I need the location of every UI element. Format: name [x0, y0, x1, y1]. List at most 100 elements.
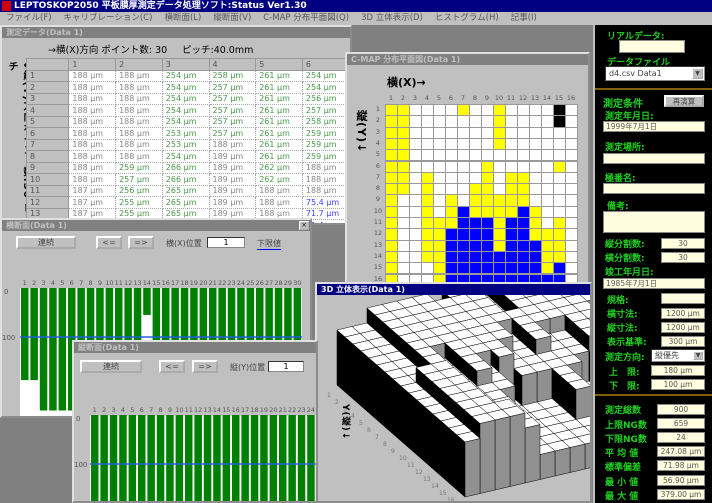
table-cell[interactable]: 262 μm [255, 173, 303, 186]
table-cell[interactable]: 189 μm [208, 184, 257, 197]
row-header[interactable]: 3 [25, 92, 70, 105]
table-cell[interactable]: 188 μm [301, 184, 350, 197]
table-cell[interactable]: 189 μm [208, 196, 257, 209]
table-cell[interactable]: 262 μm [255, 161, 303, 174]
chevron-down-icon[interactable]: ▼ [692, 68, 703, 79]
table-cell[interactable]: 188 μm [115, 115, 163, 128]
table-cell[interactable]: 188 μm [115, 138, 163, 151]
table-cell[interactable]: 256 μm [301, 92, 350, 105]
vdiv-field[interactable]: 30 [661, 238, 705, 249]
table-cell[interactable]: 257 μm [208, 92, 257, 105]
name-field[interactable] [603, 183, 705, 194]
column-header[interactable]: 4 [208, 58, 257, 71]
table-cell[interactable]: 188 μm [255, 196, 303, 209]
table-cell[interactable]: 257 μm [115, 173, 163, 186]
menu-longitudinal[interactable]: 縦断面(V) [213, 12, 251, 25]
table-cell[interactable]: 254 μm [161, 69, 210, 82]
continuous-button[interactable]: 連続 [16, 236, 76, 249]
table-cell[interactable]: 258 μm [208, 69, 257, 82]
menu-cmap[interactable]: C-MAP 分布平面図(Q) [263, 12, 349, 25]
menu-file[interactable]: ファイル(F) [6, 12, 52, 25]
row-header[interactable]: 5 [25, 115, 70, 128]
column-header[interactable]: 6 [301, 58, 350, 71]
table-cell[interactable]: 254 μm [161, 81, 210, 94]
table-cell[interactable]: 188 μm [115, 150, 163, 163]
table-cell[interactable]: 261 μm [255, 104, 303, 117]
table-cell[interactable]: 253 μm [161, 138, 210, 151]
data-file-select[interactable]: d4.csv Data1 ▼ [605, 66, 705, 81]
row-header[interactable]: 11 [25, 184, 70, 197]
hdiv-field[interactable]: 30 [661, 252, 705, 263]
table-cell[interactable]: 254 μm [301, 81, 350, 94]
table-cell[interactable]: 188 μm [115, 104, 163, 117]
table-cell[interactable]: 259 μm [301, 127, 350, 140]
table-cell[interactable]: 261 μm [255, 81, 303, 94]
table-cell[interactable]: 254 μm [161, 115, 210, 128]
table-cell[interactable]: 259 μm [115, 161, 163, 174]
table-cell[interactable]: 259 μm [301, 138, 350, 151]
table-cell[interactable]: 257 μm [208, 104, 257, 117]
table-cell[interactable]: 261 μm [255, 127, 303, 140]
table-cell[interactable]: 188 μm [68, 104, 117, 117]
table-cell[interactable]: 188 μm [208, 138, 257, 151]
recalc-button[interactable]: 再演算 [664, 95, 704, 107]
row-header[interactable]: 1 [25, 69, 70, 82]
table-cell[interactable]: 254 μm [161, 150, 210, 163]
row-header[interactable]: 9 [25, 161, 70, 174]
table-cell[interactable]: 188 μm [115, 69, 163, 82]
next-button[interactable]: => [128, 236, 154, 249]
row-header[interactable]: 12 [25, 196, 70, 209]
table-cell[interactable]: 188 μm [301, 161, 350, 174]
note-field[interactable] [603, 211, 705, 233]
spec-field[interactable] [661, 293, 705, 304]
table-cell[interactable]: 261 μm [255, 138, 303, 151]
table-cell[interactable]: 254 μm [161, 104, 210, 117]
table-cell[interactable]: 257 μm [301, 104, 350, 117]
x-position-input[interactable]: 1 [207, 237, 245, 248]
real-data-field[interactable] [619, 40, 685, 53]
chevron-down-icon[interactable]: ▼ [693, 351, 703, 360]
table-cell[interactable]: 253 μm [161, 127, 210, 140]
table-cell[interactable]: 188 μm [68, 81, 117, 94]
table-cell[interactable]: 257 μm [208, 127, 257, 140]
table-cell[interactable]: 266 μm [161, 173, 210, 186]
table-cell[interactable]: 75.4 μm [301, 196, 350, 209]
row-header[interactable]: 6 [25, 127, 70, 140]
row-header[interactable]: 7 [25, 138, 70, 151]
row-header[interactable]: 2 [25, 81, 70, 94]
row-header[interactable]: 4 [25, 104, 70, 117]
continuous-button[interactable]: 連続 [80, 360, 142, 373]
table-cell[interactable]: 189 μm [208, 150, 257, 163]
close-button[interactable]: × [299, 221, 309, 230]
table-cell[interactable]: 188 μm [68, 161, 117, 174]
table-cell[interactable]: 187 μm [68, 184, 117, 197]
lower-field[interactable]: 100 μm [651, 379, 705, 390]
table-cell[interactable]: 254 μm [301, 69, 350, 82]
prev-button[interactable]: <= [96, 236, 122, 249]
table-cell[interactable]: 256 μm [115, 184, 163, 197]
table-cell[interactable]: 189 μm [208, 161, 257, 174]
menu-3d[interactable]: 3D 立体表示(D) [361, 12, 423, 25]
table-cell[interactable]: 187 μm [68, 196, 117, 209]
table-cell[interactable]: 254 μm [161, 92, 210, 105]
upper-field[interactable]: 180 μm [651, 365, 705, 376]
table-cell[interactable]: 188 μm [68, 127, 117, 140]
table-cell[interactable]: 188 μm [301, 173, 350, 186]
y-position-input[interactable]: 1 [268, 361, 304, 372]
column-header[interactable]: 3 [161, 58, 210, 71]
hsize-field[interactable]: 1200 μm [661, 308, 705, 319]
table-cell[interactable]: 261 μm [255, 69, 303, 82]
prev-button[interactable]: <= [159, 360, 185, 373]
table-cell[interactable]: 188 μm [68, 92, 117, 105]
table-cell[interactable]: 265 μm [161, 196, 210, 209]
table-cell[interactable]: 257 μm [208, 115, 257, 128]
table-cell[interactable]: 257 μm [208, 81, 257, 94]
table-cell[interactable]: 189 μm [208, 173, 257, 186]
table-cell[interactable]: 188 μm [68, 173, 117, 186]
menu-cross-section[interactable]: 横断面(L) [164, 12, 201, 25]
table-cell[interactable]: 188 μm [115, 127, 163, 140]
table-cell[interactable]: 188 μm [68, 115, 117, 128]
menu-article[interactable]: 記事(I) [511, 12, 537, 25]
next-button[interactable]: => [192, 360, 218, 373]
table-cell[interactable]: 259 μm [301, 150, 350, 163]
